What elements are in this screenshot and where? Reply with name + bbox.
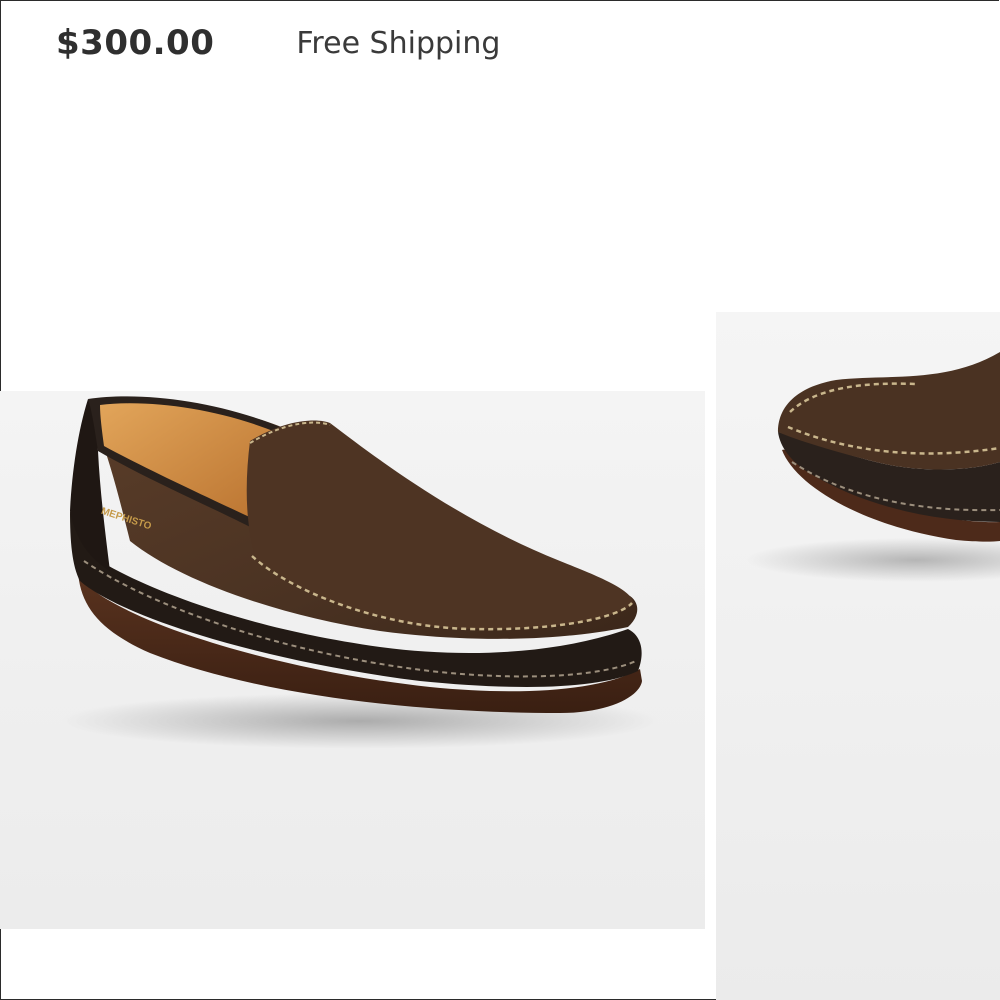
- price-label: $300.00: [56, 23, 215, 63]
- closeup-shadow: [746, 538, 1000, 582]
- product-photo-secondary[interactable]: [716, 312, 1000, 1000]
- listing-header: $300.00 Free Shipping: [56, 18, 500, 68]
- loafer-closeup-illustration: [746, 352, 1000, 582]
- loafer-illustration: MEPHISTO: [60, 396, 660, 749]
- shipping-label: Free Shipping: [296, 25, 501, 61]
- product-photo-main[interactable]: MEPHISTO: [0, 391, 705, 929]
